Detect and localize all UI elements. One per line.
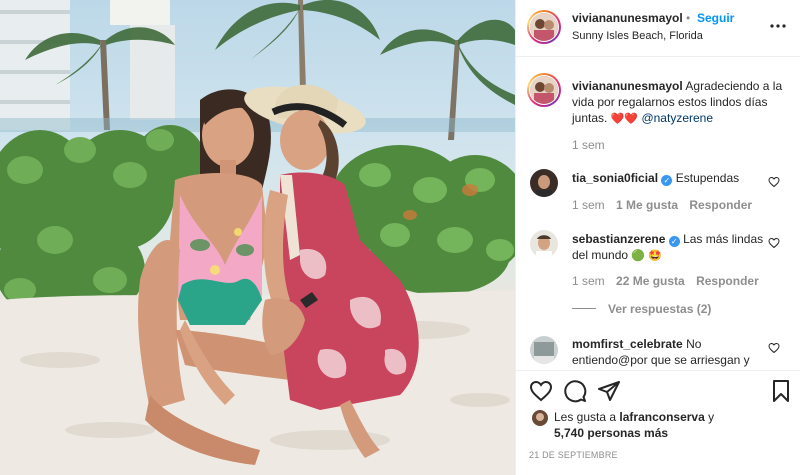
comment-1-reply-button[interactable]: Responder — [689, 198, 752, 212]
caption-avatar[interactable] — [530, 76, 558, 104]
comment-2-line-2: del mundo 🟢 🤩 — [572, 247, 662, 264]
like-heart-icon[interactable] — [529, 379, 553, 403]
comment-2-like-heart-icon[interactable] — [768, 237, 780, 249]
replies-divider — [572, 308, 596, 309]
comment-1-text: Estupendas — [675, 171, 740, 185]
commenter-avatar[interactable] — [530, 336, 558, 364]
comment-2-meta: 1 sem 22 Me gusta Responder — [572, 273, 759, 289]
more-horizontal-icon[interactable] — [768, 16, 788, 36]
caption-text-1: Agradeciendo a la — [685, 79, 783, 93]
caption-text-3: juntas. — [572, 111, 608, 125]
comment-2-time: 1 sem — [572, 274, 605, 288]
post-location[interactable]: Sunny Isles Beach, Florida — [572, 28, 703, 44]
comment-3-line-1: momfirst_celebrate No — [572, 336, 772, 352]
comment-2-username[interactable]: sebastianzerene — [572, 232, 665, 246]
post-date[interactable]: 21 DE SEPTIEMBRE — [529, 447, 618, 463]
post-side-panel: viviananunesmayol • Seguir Sunny Isles B… — [515, 0, 800, 475]
comment-1-username[interactable]: tia_sonia0ficial — [572, 171, 658, 185]
comment-3-text-1: No — [686, 337, 702, 351]
comment-1-likes[interactable]: 1 Me gusta — [616, 198, 678, 212]
likes-prefix: Les gusta a — [554, 410, 617, 424]
caption-time: 1 sem — [572, 138, 605, 152]
caption-text-2: vida por regalarnos estos lindos días — [572, 95, 768, 109]
comment-1-meta: 1 sem 1 Me gusta Responder — [572, 197, 752, 213]
comment-1-like-heart-icon[interactable] — [768, 176, 780, 188]
comment-3-username[interactable]: momfirst_celebrate — [572, 337, 683, 351]
likes-suffix: y — [708, 410, 715, 424]
commenter-avatar[interactable] — [530, 230, 558, 258]
post-header: viviananunesmayol • Seguir Sunny Isles B… — [516, 0, 800, 57]
comment-2-text-2: del mundo — [572, 248, 629, 262]
likes-count[interactable]: 5,740 personas más — [554, 425, 668, 441]
author-username[interactable]: viviananunesmayol — [572, 10, 683, 26]
instagram-post: viviananunesmayol • Seguir Sunny Isles B… — [0, 0, 800, 475]
liker-avatar[interactable] — [532, 410, 548, 426]
comment-2-emojis: 🟢 🤩 — [631, 250, 662, 262]
follow-button[interactable]: Seguir — [697, 10, 734, 26]
comment-2-text-1: Las más lindas — [683, 232, 764, 246]
comment-1-time: 1 sem — [572, 198, 605, 212]
header-dot-separator: • — [686, 11, 691, 25]
author-avatar[interactable] — [530, 13, 558, 41]
caption-line-3: juntas. ❤️❤️ @natyzerene — [572, 110, 713, 127]
comment-3-text-2: entiendo@por que se arriesgan y — [572, 353, 750, 367]
comment-2-reply-button[interactable]: Responder — [696, 274, 759, 288]
liker-username[interactable]: lafranconserva — [619, 410, 704, 424]
share-paper-plane-icon[interactable] — [597, 379, 621, 403]
verified-badge-icon: ✓ — [661, 175, 673, 186]
comment-bubble-icon[interactable] — [563, 379, 587, 403]
comment-1-body: tia_sonia0ficial ✓ Estupendas — [572, 170, 739, 186]
comment-2-likes[interactable]: 22 Me gusta — [616, 274, 685, 288]
post-photo[interactable] — [0, 0, 515, 475]
beach-photo-illustration — [0, 0, 515, 475]
verified-badge-icon: ✓ — [668, 236, 680, 247]
view-replies-button[interactable]: Ver respuestas (2) — [608, 301, 711, 317]
caption-username[interactable]: viviananunesmayol — [572, 79, 683, 93]
caption-line-1: viviananunesmayol Agradeciendo a la — [572, 78, 792, 94]
comment-3-like-heart-icon[interactable] — [768, 342, 780, 354]
save-bookmark-icon[interactable] — [769, 379, 793, 403]
caption-mention-link[interactable]: @natyzerene — [641, 111, 713, 125]
caption-hearts: ❤️❤️ — [610, 113, 639, 125]
post-actions: Les gusta a lafranconserva y 5,740 perso… — [516, 370, 800, 475]
comment-2-line-1: sebastianzerene ✓ Las más lindas — [572, 231, 772, 247]
likes-line-1: Les gusta a lafranconserva y — [554, 409, 714, 425]
commenter-avatar[interactable] — [530, 169, 558, 197]
